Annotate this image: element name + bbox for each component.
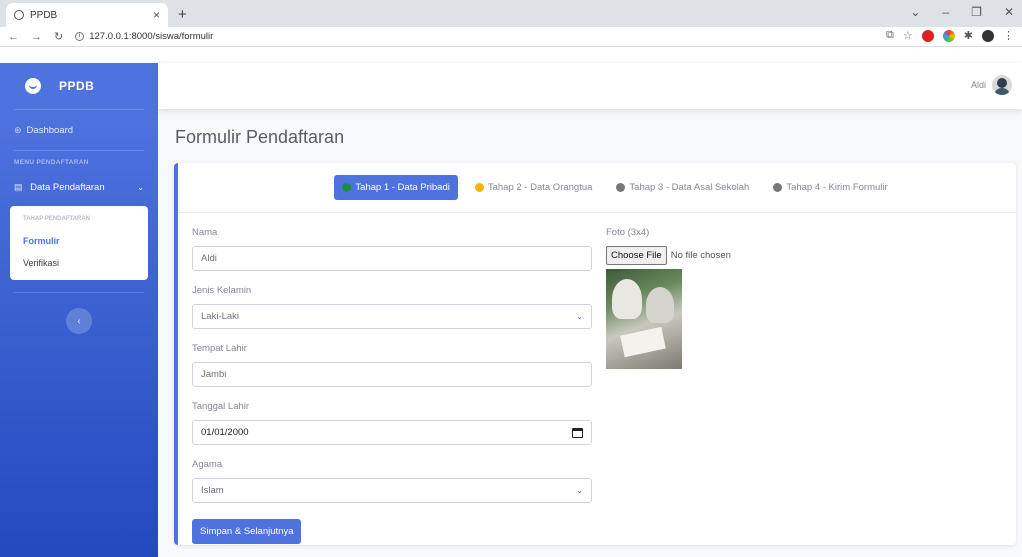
bookmark-star-icon[interactable]: ☆ [903,29,913,42]
step-3[interactable]: Tahap 3 - Data Asal Sekolah [609,176,756,199]
user-name: Aldi [970,80,986,90]
address-bar: ← → ↻ i 127.0.0.1:8000/siswa/formulir ⧉ … [0,27,1022,47]
dashboard-icon: ⊛ [14,124,22,135]
step-1[interactable]: Tahap 1 - Data Pribadi [334,175,458,200]
foto-label: Foto (3x4) [606,227,650,238]
sidebar-item-data-pendaftaran[interactable]: ▤ Data Pendaftaran ⌄ [0,170,158,204]
chevron-down-icon: ⌄ [137,182,144,192]
tanggal-lahir-input[interactable]: 01/01/2000 [192,420,592,445]
file-input: Choose File No file chosen [606,246,731,265]
agama-select[interactable]: Islam ⌄ [192,478,592,503]
sidebar-item-dashboard[interactable]: ⊛ Dashboard [0,110,158,150]
save-next-button[interactable]: Simpan & Selanjutnya [192,519,302,544]
tab-search-icon[interactable]: ⌄ [910,5,920,19]
menu-dots-icon[interactable]: ⋮ [1003,29,1014,42]
app: PPDB ⊛ Dashboard MENU PENDAFTARAN ▤ Data… [0,63,1022,557]
brand[interactable]: PPDB [0,63,158,109]
gray-status-dot-icon [773,183,783,192]
agama-label: Agama [192,459,223,470]
sidebar-divider [14,292,144,293]
submenu-item-formulir[interactable]: Formulir [10,230,148,252]
step-4[interactable]: Tahap 4 - Kirim Formulir [766,176,894,199]
chevron-down-icon: ⌄ [576,486,583,495]
step-label: Tahap 2 - Data Orangtua [487,182,593,193]
topbar: Aldi [158,63,1022,109]
submenu-item-verifikasi[interactable]: Verifikasi [10,252,148,274]
back-icon[interactable]: ← [8,31,19,43]
site-info-icon[interactable]: i [75,32,85,41]
share-icon[interactable]: ⧉ [886,29,894,42]
gray-status-dot-icon [616,183,626,192]
step-label: Tahap 4 - Kirim Formulir [786,182,888,193]
tanggal-lahir-value: 01/01/2000 [201,427,249,438]
form-card: Tahap 1 - Data Pribadi Tahap 2 - Data Or… [174,163,1016,545]
browser-tabbar: PPDB × + ⌄ – ❐ ✕ [0,0,1022,27]
personal-data-form: Nama Aldi Jenis Kelamin Laki-Laki ⌄ Temp… [192,227,592,544]
document-icon: ▤ [14,181,23,192]
profile-icon[interactable] [982,29,994,42]
smile-logo-icon [25,78,41,94]
new-tab-button[interactable]: + [178,6,187,23]
jenis-kelamin-label: Jenis Kelamin [192,285,252,296]
step-2[interactable]: Tahap 2 - Data Orangtua [468,176,600,199]
step-tabs: Tahap 1 - Data Pribadi Tahap 2 - Data Or… [178,163,1016,213]
avatar [992,75,1012,95]
choose-file-button[interactable]: Choose File [606,246,667,265]
extensions: ⧉ ☆ ✱ ⋮ [886,29,1014,42]
window-controls: ⌄ – ❐ ✕ [910,5,1014,19]
puzzle-icon[interactable]: ✱ [964,29,973,42]
sidebar-toggle-button[interactable]: ‹ [66,308,92,334]
sidebar-item-label: Dashboard [26,124,74,136]
color-extension-icon[interactable] [942,29,955,42]
globe-icon [14,10,24,20]
opera-icon[interactable] [921,29,934,42]
yellow-status-dot-icon [474,183,484,192]
user-menu[interactable]: Aldi [971,75,1012,95]
jenis-kelamin-value: Laki-Laki [201,311,240,322]
minimize-button[interactable]: – [942,5,949,19]
browser-tab[interactable]: PPDB × [6,3,168,27]
tempat-lahir-input[interactable]: Jambi [192,362,592,387]
chevron-down-icon: ⌄ [576,312,583,321]
reload-icon[interactable]: ↻ [54,30,63,43]
sidebar-heading: MENU PENDAFTARAN [14,159,89,166]
jenis-kelamin-select[interactable]: Laki-Laki ⌄ [192,304,592,329]
nama-input[interactable]: Aldi [192,246,592,271]
no-file-text: No file chosen [670,250,731,261]
photo-column: Foto (3x4) Choose File No file chosen [606,227,731,369]
tab-title: PPDB [30,9,58,21]
submenu-heading: TAHAP PENDAFTARAN [23,216,90,222]
forward-icon[interactable]: → [31,31,42,43]
nama-value: Aldi [201,253,217,264]
step-label: Tahap 3 - Data Asal Sekolah [629,182,750,193]
step-label: Tahap 1 - Data Pribadi [355,182,450,193]
photo-preview [606,269,682,369]
nama-label: Nama [192,227,218,238]
sidebar: PPDB ⊛ Dashboard MENU PENDAFTARAN ▤ Data… [0,63,158,557]
sidebar-item-label: Data Pendaftaran [30,181,105,193]
tanggal-lahir-label: Tanggal Lahir [192,401,250,412]
submenu: TAHAP PENDAFTARAN Formulir Verifikasi [10,206,148,280]
close-window-button[interactable]: ✕ [1004,5,1014,19]
green-status-dot-icon [342,183,352,192]
brand-text: PPDB [59,79,95,93]
url-text: 127.0.0.1:8000/siswa/formulir [89,31,214,42]
calendar-icon[interactable] [572,427,583,438]
maximize-button[interactable]: ❐ [971,5,982,19]
page-title: Formulir Pendaftaran [175,127,345,147]
tempat-lahir-value: Jambi [201,369,227,380]
content: Aldi Formulir Pendaftaran Tahap 1 - Data… [158,63,1022,557]
agama-value: Islam [201,485,224,496]
tempat-lahir-label: Tempat Lahir [192,343,247,354]
tab-close-icon[interactable]: × [153,8,160,22]
url-field[interactable]: i 127.0.0.1:8000/siswa/formulir [75,31,213,42]
